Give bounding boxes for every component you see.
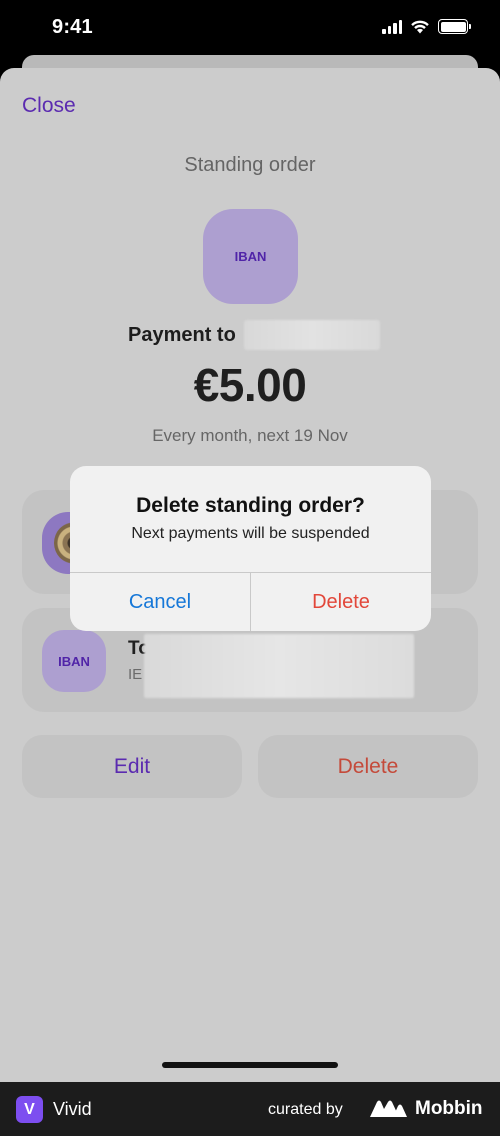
- mobbin-logo-icon: [370, 1100, 407, 1117]
- page-title: Standing order: [184, 154, 316, 176]
- iban-badge-small: IBAN: [42, 630, 106, 692]
- amount: €5.00: [193, 359, 307, 411]
- dialog-delete-button[interactable]: Delete: [251, 573, 431, 631]
- payment-to-label: Payment to: [128, 323, 236, 346]
- redacted-recipient-details: [144, 634, 414, 698]
- delete-confirmation-dialog: Delete standing order? Next payments wil…: [70, 466, 431, 631]
- vivid-logo-icon: V: [16, 1096, 43, 1123]
- mobbin-brand: Mobbin: [415, 1098, 483, 1119]
- iban-badge: IBAN: [203, 209, 298, 304]
- attribution-footer: V Vivid curated by Mobbin: [0, 1082, 500, 1136]
- dialog-message: Next payments will be suspended: [131, 525, 370, 542]
- payment-to: Payment to: [128, 320, 380, 350]
- to-iban-prefix: IE: [128, 666, 143, 683]
- status-time: 9:41: [52, 16, 93, 38]
- schedule-text: Every month, next 19 Nov: [152, 426, 348, 445]
- dialog-cancel-button[interactable]: Cancel: [70, 573, 250, 631]
- status-bar: 9:41: [0, 0, 500, 56]
- home-indicator[interactable]: [162, 1062, 338, 1068]
- battery-icon: [438, 19, 471, 34]
- iban-badge-small-label: IBAN: [58, 653, 90, 669]
- iban-badge-label: IBAN: [234, 249, 267, 264]
- wifi-icon: [411, 20, 429, 34]
- app-name: Vivid: [53, 1099, 92, 1119]
- curated-by-label: curated by: [268, 1101, 343, 1118]
- dialog-title: Delete standing order?: [136, 494, 365, 517]
- delete-button[interactable]: Delete: [258, 735, 478, 798]
- redacted-recipient-name: [243, 320, 380, 350]
- edit-button[interactable]: Edit: [22, 735, 242, 798]
- status-icons: [382, 19, 471, 34]
- close-button[interactable]: Close: [22, 94, 76, 118]
- signal-icon: [382, 19, 402, 34]
